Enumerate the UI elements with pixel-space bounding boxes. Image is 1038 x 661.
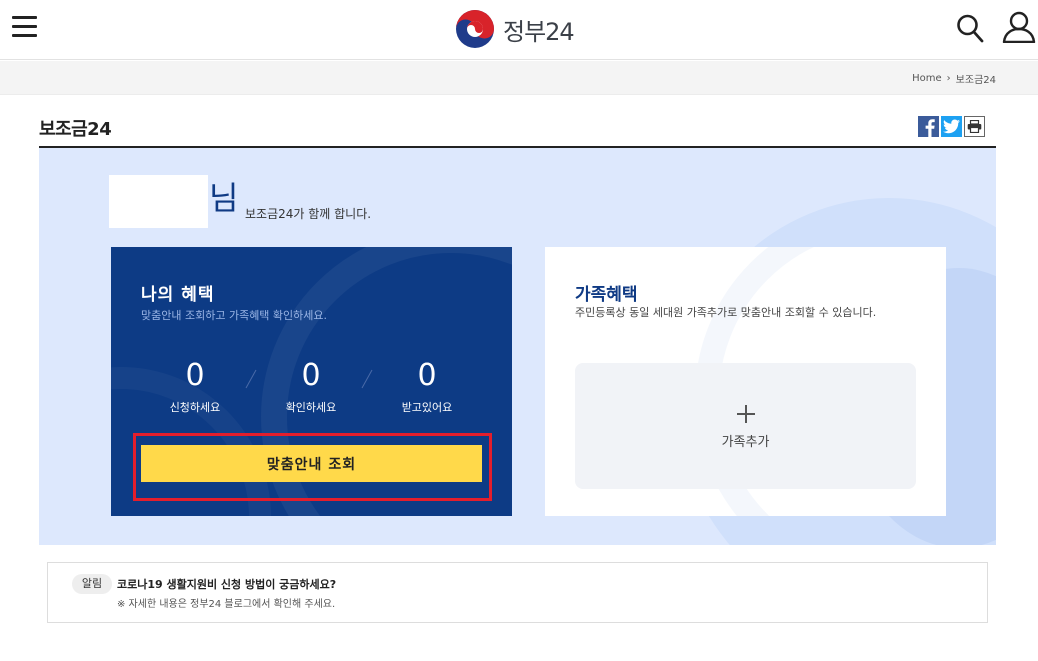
- menu-bar: [12, 25, 37, 28]
- stat-label: 받고있어요: [401, 401, 453, 414]
- breadcrumb-home-link[interactable]: Home: [912, 73, 942, 84]
- my-benefits-title: 나의 혜택: [141, 285, 215, 305]
- family-benefits-card: 가족혜택 주민등록상 동일 세대원 가족추가로 맞춤안내 조회할 수 있습니다.…: [545, 247, 946, 516]
- breadcrumb-bar: Home › 보조금24: [0, 61, 1038, 95]
- user-icon[interactable]: [1001, 11, 1037, 43]
- print-icon: [967, 120, 982, 133]
- site-header: 정부24: [0, 0, 1038, 60]
- share-buttons: [918, 116, 985, 137]
- notice-badge: 알림: [72, 574, 112, 594]
- twitter-share-button[interactable]: [941, 116, 962, 137]
- plus-icon: [737, 405, 755, 423]
- hamburger-menu-icon[interactable]: [12, 16, 37, 38]
- breadcrumb-current: 보조금24: [955, 75, 996, 86]
- stat-divider: [361, 369, 373, 389]
- custom-guide-lookup-button[interactable]: 맞춤안내 조회: [141, 445, 482, 482]
- stat-value: 0: [301, 358, 321, 393]
- stat-value: 0: [185, 358, 205, 393]
- facebook-icon: [925, 119, 935, 137]
- stat-value: 0: [417, 358, 437, 393]
- search-icon[interactable]: [956, 13, 984, 43]
- notice-banner: 알림 코로나19 생활지원비 신청 방법이 궁금하세요? ※ 자세한 내용은 정…: [47, 562, 988, 623]
- notice-subtitle: ※ 자세한 내용은 정부24 블로그에서 확인해 주세요.: [117, 599, 336, 610]
- menu-bar: [12, 34, 37, 37]
- notice-title-link[interactable]: 코로나19 생활지원비 신청 방법이 궁금하세요?: [117, 576, 336, 592]
- stat-receiving[interactable]: 0 받고있어요: [382, 359, 472, 415]
- family-benefits-description: 주민등록상 동일 세대원 가족추가로 맞춤안내 조회할 수 있습니다.: [575, 306, 877, 319]
- stat-to-check[interactable]: 0 확인하세요: [266, 359, 356, 415]
- user-name-redacted: [109, 175, 208, 228]
- add-family-button[interactable]: 가족추가: [575, 363, 916, 489]
- add-family-label: 가족추가: [721, 435, 770, 450]
- menu-bar: [12, 16, 37, 19]
- stat-label: 신청하세요: [169, 401, 221, 414]
- my-benefits-card: 나의 혜택 맞춤안내 조회하고 가족혜택 확인하세요. 0 신청하세요 0 확인…: [111, 247, 512, 516]
- site-logo[interactable]: 정부24: [455, 8, 575, 50]
- twitter-icon: [943, 119, 960, 134]
- stat-label: 확인하세요: [285, 401, 337, 414]
- family-benefits-title: 가족혜택: [575, 285, 638, 305]
- print-button[interactable]: [964, 116, 985, 137]
- stat-divider: [245, 369, 257, 389]
- breadcrumb: Home › 보조금24: [912, 71, 996, 86]
- breadcrumb-separator: ›: [946, 73, 951, 84]
- my-benefits-subtitle: 맞춤안내 조회하고 가족혜택 확인하세요.: [141, 309, 328, 322]
- greeting-message: 보조금24가 함께 합니다.: [245, 207, 372, 221]
- taegeuk-logo-icon: [456, 10, 494, 48]
- page-title: 보조금24: [39, 119, 112, 140]
- name-honorific: 님: [209, 179, 239, 217]
- logo-text: 정부24: [503, 17, 575, 46]
- facebook-share-button[interactable]: [918, 116, 939, 137]
- stat-to-apply[interactable]: 0 신청하세요: [150, 359, 240, 415]
